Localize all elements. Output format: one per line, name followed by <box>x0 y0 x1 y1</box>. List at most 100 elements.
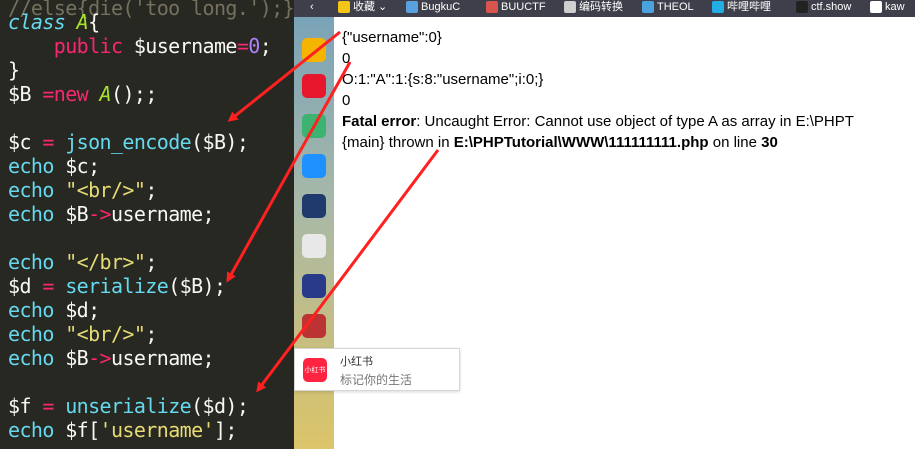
code-line: echo $f['username']; <box>8 418 237 442</box>
on-line-text: on line <box>708 134 762 151</box>
code-token: } <box>8 58 20 82</box>
bookmark-label: THEOL <box>657 1 694 13</box>
code-line: $c = json_encode($B); <box>8 130 249 154</box>
fatal-error-message: : Uncaught Error: Cannot use object of t… <box>416 113 854 130</box>
ip-icon[interactable] <box>302 154 326 178</box>
output-username-1: 0 <box>342 50 351 67</box>
bilibili-icon <box>712 1 724 14</box>
bookmark-theo[interactable]: THEOL <box>642 0 694 17</box>
code-token: A <box>76 10 89 34</box>
news-icon[interactable] <box>302 194 326 218</box>
bookmark-bilibili[interactable]: 哔哩哔哩 <box>712 0 771 17</box>
code-token: = <box>42 394 66 418</box>
code-token: ();; <box>111 82 157 106</box>
code-token: echo <box>8 346 66 370</box>
xiaohongshu-popup[interactable]: 小红书 小红书 标记你的生活 <box>294 348 460 391</box>
code-token: $username <box>133 34 238 58</box>
code-line: echo "<br/>"; <box>8 178 157 202</box>
code-line: echo $B->username; <box>8 346 215 370</box>
code-token: $d <box>8 274 43 298</box>
bookmark-label: 收藏 ⌄ <box>353 1 388 13</box>
code-token: ($d); <box>191 394 249 418</box>
buuctf-icon <box>486 1 498 14</box>
anime-icon[interactable] <box>302 314 326 338</box>
code-token: = <box>236 34 249 58</box>
code-token: serialize <box>65 274 169 298</box>
code-token: $f[ <box>65 418 100 442</box>
code-token: "<br/>" <box>65 178 146 202</box>
code-token: ]; <box>213 418 237 442</box>
code-token: -> <box>88 202 111 226</box>
code-token: unserialize <box>65 394 192 418</box>
code-line: public $username=0; <box>8 34 272 58</box>
mail-icon[interactable] <box>302 114 326 138</box>
code-token: echo <box>8 154 66 178</box>
code-token: ; <box>259 34 272 58</box>
output-username-2: 0 <box>342 92 351 109</box>
word-icon[interactable] <box>302 234 326 258</box>
game-icon[interactable] <box>302 274 326 298</box>
bookmark-runner[interactable]: ctf.show <box>796 0 851 17</box>
code-token: ; <box>145 178 157 202</box>
code-line: echo "</br>"; <box>8 250 157 274</box>
output-fatal-error: Fatal error: Uncaught Error: Cannot use … <box>342 113 854 130</box>
code-token: $c; <box>65 154 100 178</box>
code-line: echo $B->username; <box>8 202 215 226</box>
code-token: username; <box>111 202 215 226</box>
bookmark-label: 哔哩哔哩 <box>727 1 771 13</box>
code-token: ($B); <box>168 274 226 298</box>
code-token: 0 <box>248 34 260 58</box>
bookmark-star[interactable]: 收藏 ⌄ <box>338 0 387 17</box>
code-token: = <box>42 130 66 154</box>
code-token: A <box>99 82 112 106</box>
code-token: $d; <box>65 298 100 322</box>
fatal-error-label: Fatal error <box>342 113 417 130</box>
code-token: "<br/>" <box>65 322 146 346</box>
code-token: echo <box>8 298 66 322</box>
code-token: ; <box>145 250 157 274</box>
bookmark-buuctf[interactable]: BUUCTF <box>486 0 546 17</box>
star-icon <box>338 1 350 14</box>
code-token: -> <box>88 346 111 370</box>
code-token: ($B); <box>191 130 249 154</box>
output-thrown-line: {main} thrown in E:\PHPTutorial\WWW\1111… <box>342 134 778 151</box>
code-line: } <box>8 58 20 82</box>
weibo-icon[interactable] <box>302 74 326 98</box>
code-token: $B <box>65 346 89 370</box>
bookmark-bugku[interactable]: BugkuC <box>406 0 460 17</box>
bookmark-label: 编码转换 <box>579 1 623 13</box>
code-token: "</br>" <box>65 250 146 274</box>
file-path: E:\PHPTutorial\WWW\111111111.php <box>453 134 709 151</box>
code-token: echo <box>8 322 66 346</box>
code-token: $c <box>8 130 43 154</box>
code-token: echo <box>8 178 66 202</box>
bookmark-notion[interactable]: kaw <box>870 0 905 17</box>
code-line: $f = unserialize($d); <box>8 394 249 418</box>
code-line: echo $d; <box>8 298 100 322</box>
bugku-icon <box>406 1 418 14</box>
runner-icon <box>796 1 808 14</box>
popup-title: 小红书 <box>340 355 373 368</box>
bookmark-label: ‹ <box>310 1 314 13</box>
xiaohongshu-logo-icon: 小红书 <box>303 358 327 382</box>
code-editor[interactable]: //else{die('too long.');} class A{ public… <box>0 0 294 449</box>
code-token: public <box>53 34 134 58</box>
output-serialized: O:1:"A":1:{s:8:"username";i:0;} <box>342 71 544 88</box>
code-token: { <box>88 10 100 34</box>
code-token: $B <box>8 82 43 106</box>
code-token: ; <box>145 322 157 346</box>
bookmark-back[interactable]: ‹ <box>310 0 314 17</box>
bookmark-shirt[interactable]: 编码转换 <box>564 0 623 17</box>
bookmark-label: BugkuC <box>421 1 461 13</box>
popup-subtitle: 标记你的生活 <box>340 373 413 387</box>
code-line: echo "<br/>"; <box>8 322 157 346</box>
shirt-icon <box>564 1 576 14</box>
code-token: echo <box>8 250 66 274</box>
code-token: = <box>42 82 54 106</box>
star-fav-icon[interactable] <box>302 38 326 62</box>
code-token: class <box>8 10 77 34</box>
code-token: new <box>53 82 100 106</box>
code-token: 'username' <box>99 418 215 442</box>
code-token: = <box>42 274 66 298</box>
